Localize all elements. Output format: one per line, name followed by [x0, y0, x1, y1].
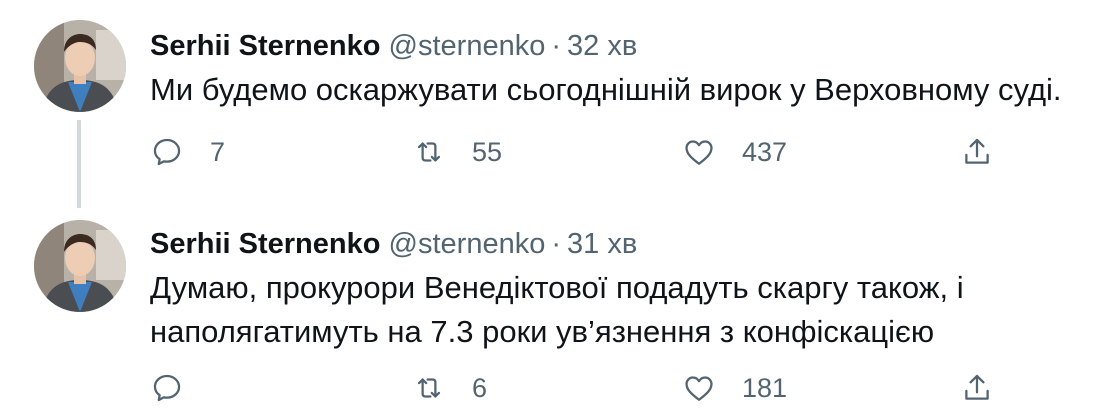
- reply-icon: [153, 374, 181, 402]
- share-icon: [965, 138, 989, 164]
- reply-button[interactable]: 7: [150, 130, 225, 174]
- reply-button[interactable]: [150, 366, 210, 410]
- tweet-header: Serhii Sternenko @sternenko · 31 хв: [150, 226, 1100, 262]
- avatar-photo: [34, 220, 126, 312]
- tweet-text: Думаю, прокурори Венедіктової подадуть с…: [150, 266, 1100, 354]
- retweet-button[interactable]: 55: [412, 130, 502, 174]
- like-button[interactable]: 437: [682, 130, 787, 174]
- author-handle[interactable]: @sternenko: [389, 228, 546, 260]
- tweet-timestamp[interactable]: 31 хв: [567, 228, 637, 260]
- tweet-content: Serhii Sternenko @sternenko · 32 хв Ми буд…: [150, 28, 1100, 112]
- tweet-text-line: Думаю, прокурори Венедіктової подадуть с…: [150, 270, 964, 305]
- tweet-actions: 7 55 437: [150, 130, 1010, 174]
- avatar[interactable]: [34, 20, 126, 112]
- heart-icon: [685, 376, 713, 401]
- retweet-count: 6: [472, 372, 488, 403]
- tweet-text-line: наполягатимуть на 7.3 роки ув’язнення з …: [150, 314, 935, 349]
- heart-icon: [685, 140, 713, 165]
- author-name[interactable]: Serhii Sternenko: [150, 30, 380, 62]
- share-icon: [965, 374, 989, 400]
- tweet-thread: Serhii Sternenko @sternenko · 32 хв Ми буд…: [0, 0, 1120, 416]
- tweet-actions: 6 181: [150, 366, 1010, 410]
- tweet-header: Serhii Sternenko @sternenko · 32 хв: [150, 28, 1100, 64]
- share-button[interactable]: [960, 130, 994, 174]
- tweet-content: Serhii Sternenko @sternenko · 31 хв Думаю,…: [150, 226, 1100, 354]
- like-count: 437: [742, 136, 788, 167]
- separator-dot: ·: [551, 228, 561, 260]
- retweet-icon: [417, 378, 441, 398]
- avatar-photo: [34, 20, 126, 112]
- reply-icon: [153, 138, 181, 166]
- tweet[interactable]: Serhii Sternenko @sternenko · 31 хв Думаю,…: [0, 206, 1120, 416]
- share-button[interactable]: [960, 366, 994, 410]
- reply-count: 7: [210, 136, 226, 167]
- retweet-icon: [417, 142, 441, 162]
- like-button[interactable]: 181: [682, 366, 787, 410]
- thread-connector-line: [77, 120, 81, 208]
- tweet-timestamp[interactable]: 32 хв: [567, 30, 637, 62]
- retweet-button[interactable]: 6: [412, 366, 487, 410]
- like-count: 181: [742, 372, 788, 403]
- author-name[interactable]: Serhii Sternenko: [150, 228, 380, 260]
- author-handle[interactable]: @sternenko: [389, 30, 546, 62]
- tweet-text-line: Ми будемо оскаржувати сьогоднішній вирок…: [150, 72, 1062, 107]
- separator-dot: ·: [551, 30, 561, 62]
- avatar[interactable]: [34, 220, 126, 312]
- retweet-count: 55: [472, 136, 503, 167]
- tweet-text: Ми будемо оскаржувати сьогоднішній вирок…: [150, 68, 1100, 112]
- tweet[interactable]: Serhii Sternenko @sternenko · 32 хв Ми буд…: [0, 0, 1120, 208]
